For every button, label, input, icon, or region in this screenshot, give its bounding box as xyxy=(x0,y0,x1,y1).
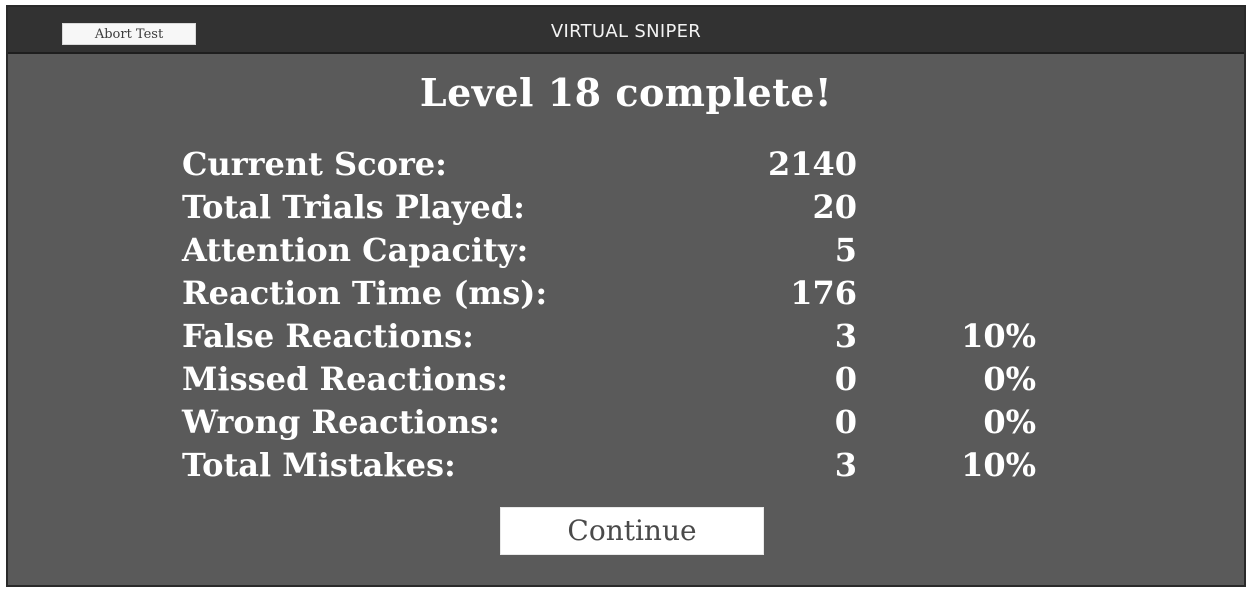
sniper-results-window: Abort Test VIRTUAL SNIPER Level 18 compl… xyxy=(6,5,1246,587)
total-trials-row: Total Trials Played: 20 xyxy=(182,186,1072,229)
false-reactions-label: False Reactions: xyxy=(182,317,474,355)
missed-reactions-percent: 0% xyxy=(983,360,1036,398)
attention-capacity-value: 5 xyxy=(834,231,857,269)
reaction-time-label: Reaction Time (ms): xyxy=(182,274,548,312)
attention-capacity-row: Attention Capacity: 5 xyxy=(182,229,1072,272)
level-complete-heading: Level 18 complete! xyxy=(419,70,833,115)
false-reactions-percent: 10% xyxy=(961,317,1036,355)
results-table: Current Score: 2140 Total Trials Played:… xyxy=(182,143,1072,487)
wrong-reactions-value: 0 xyxy=(834,403,857,441)
continue-button[interactable]: Continue xyxy=(500,507,764,555)
wrong-reactions-label: Wrong Reactions: xyxy=(182,403,501,441)
total-mistakes-label: Total Mistakes: xyxy=(182,446,456,484)
title-bar: Abort Test VIRTUAL SNIPER xyxy=(8,7,1244,54)
current-score-label: Current Score: xyxy=(182,145,447,183)
total-mistakes-row: Total Mistakes: 3 10% xyxy=(182,444,1072,487)
total-trials-value: 20 xyxy=(812,188,857,226)
reaction-time-value: 176 xyxy=(790,274,857,312)
wrong-reactions-row: Wrong Reactions: 0 0% xyxy=(182,401,1072,444)
wrong-reactions-percent: 0% xyxy=(983,403,1036,441)
app-title: VIRTUAL SNIPER xyxy=(550,21,702,42)
missed-reactions-label: Missed Reactions: xyxy=(182,360,509,398)
missed-reactions-row: Missed Reactions: 0 0% xyxy=(182,358,1072,401)
false-reactions-value: 3 xyxy=(834,317,857,355)
current-score-value: 2140 xyxy=(767,145,857,183)
total-trials-label: Total Trials Played: xyxy=(182,188,525,226)
attention-capacity-label: Attention Capacity: xyxy=(182,231,529,269)
total-mistakes-percent: 10% xyxy=(961,446,1036,484)
missed-reactions-value: 0 xyxy=(834,360,857,398)
current-score-row: Current Score: 2140 xyxy=(182,143,1072,186)
total-mistakes-value: 3 xyxy=(834,446,857,484)
reaction-time-row: Reaction Time (ms): 176 xyxy=(182,272,1072,315)
false-reactions-row: False Reactions: 3 10% xyxy=(182,315,1072,358)
